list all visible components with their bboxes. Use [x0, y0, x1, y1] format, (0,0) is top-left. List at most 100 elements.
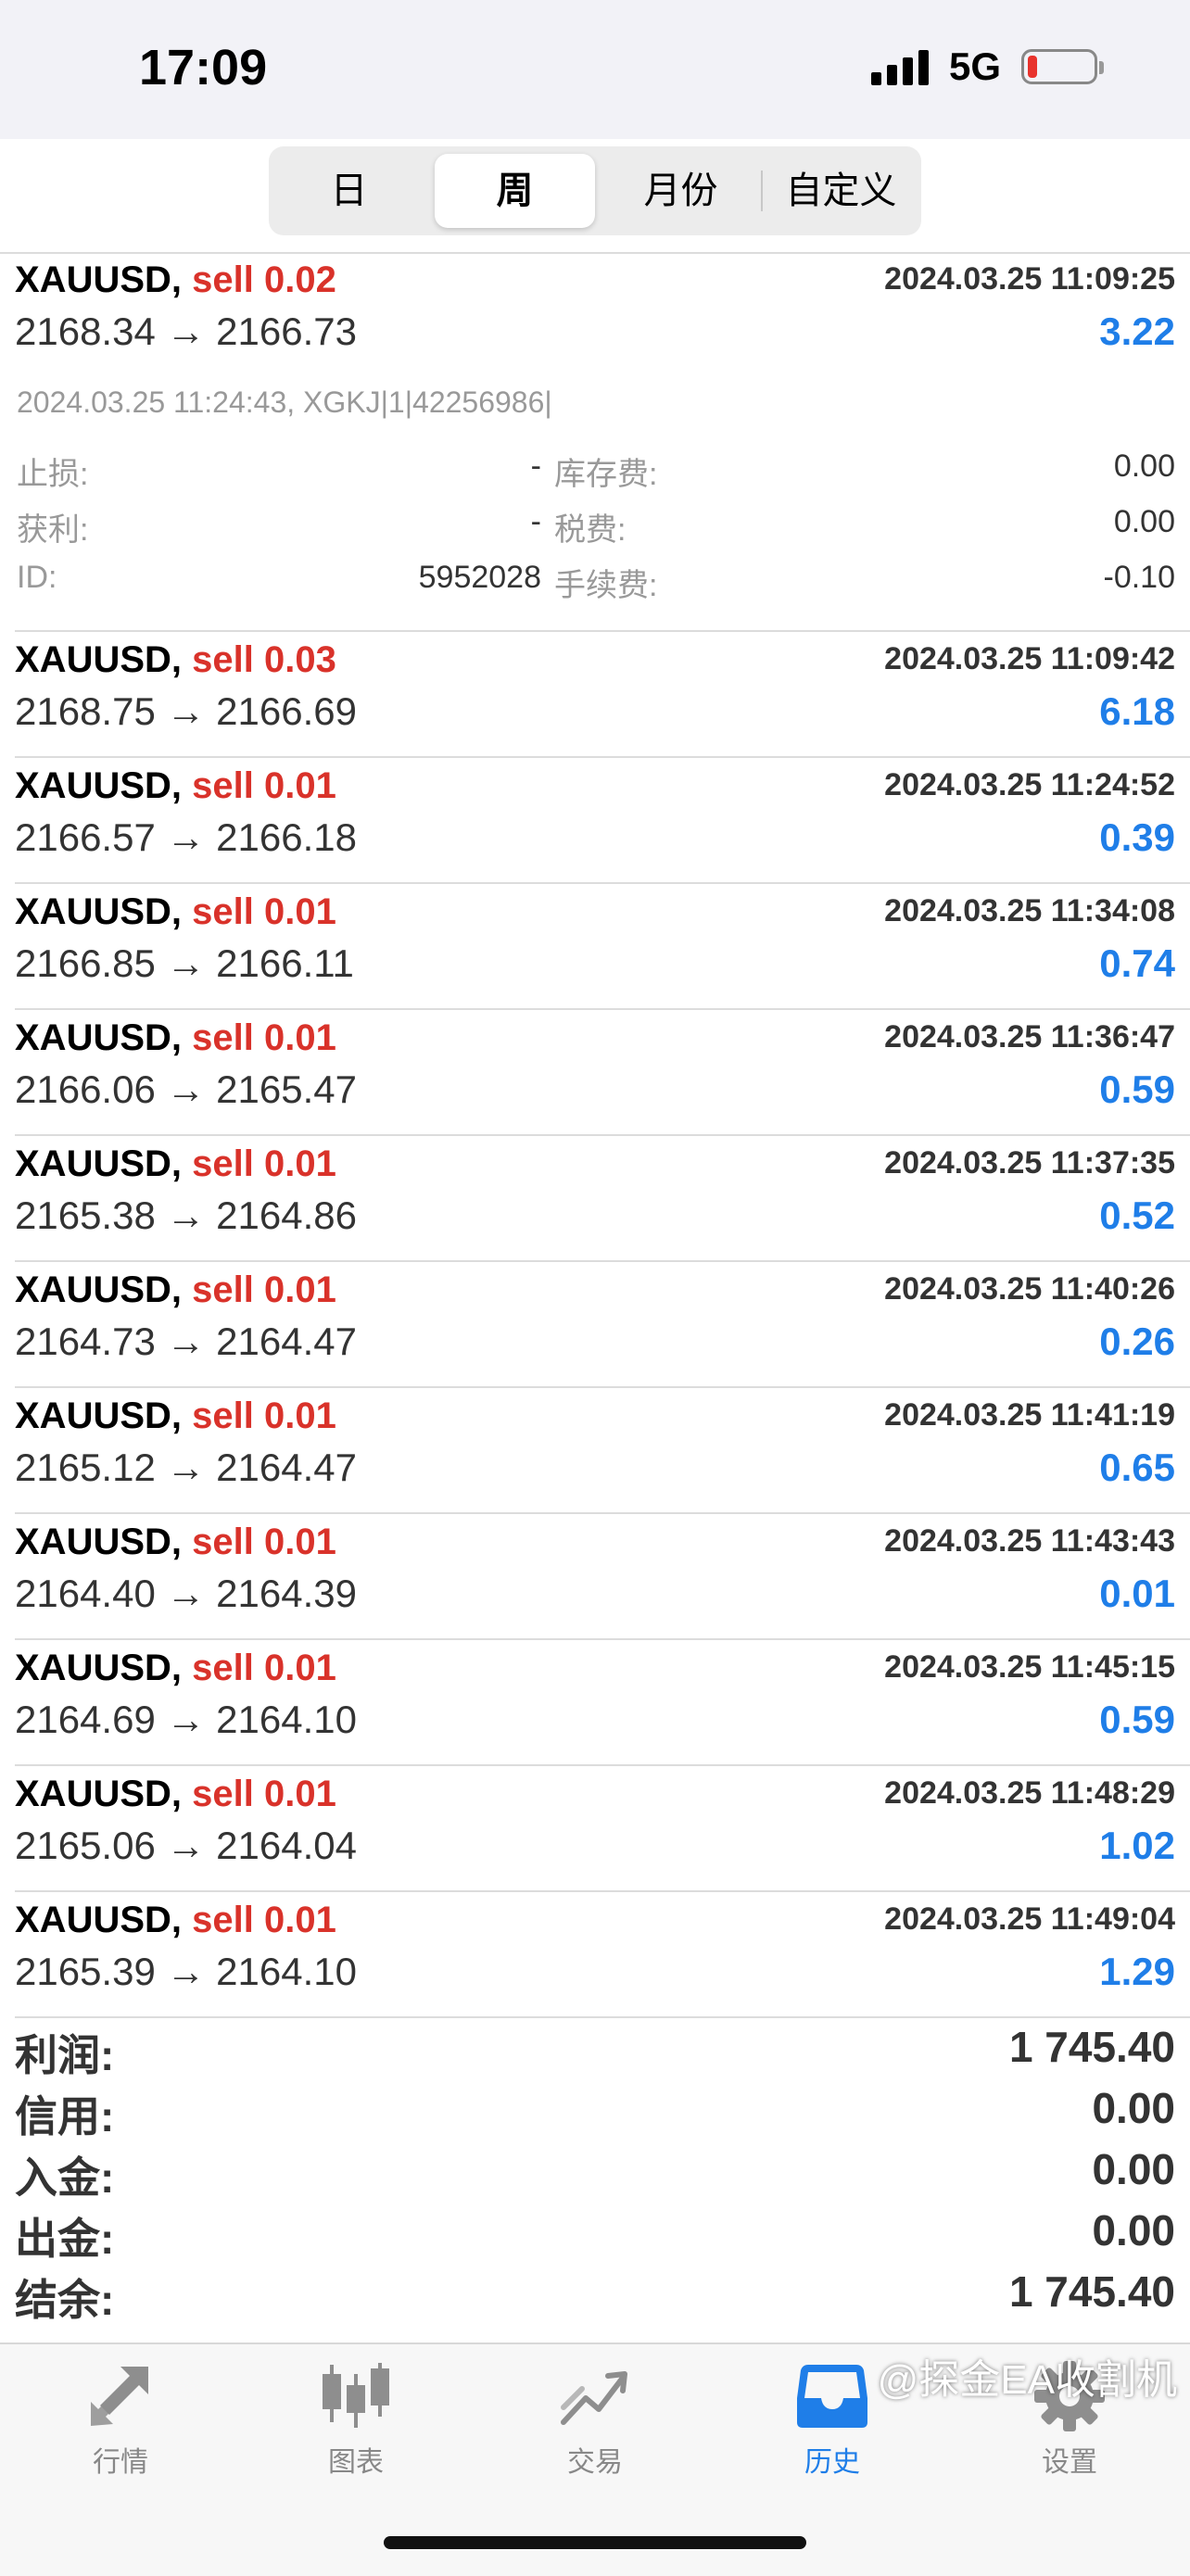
trade-row[interactable]: XAUUSD, sell 0.01 2024.03.25 11:24:52 21…	[15, 758, 1190, 884]
trade-symbol: XAUUSD, sell 0.01	[15, 1522, 336, 1562]
tab-label: 历史	[804, 2447, 860, 2478]
trade-prices: 2168.75 → 2166.69	[15, 689, 357, 733]
summary-withdrawal: 出金: 0.00	[15, 2205, 1175, 2267]
tab-charts[interactable]: 图表	[282, 2361, 430, 2480]
inbox-icon	[797, 2365, 867, 2428]
trade-prices: 2164.69 → 2164.10	[15, 1698, 357, 1741]
trade-datetime: 2024.03.25 11:43:43	[884, 1523, 1175, 1559]
summary-deposit: 入金: 0.00	[15, 2144, 1175, 2205]
trade-row[interactable]: XAUUSD, sell 0.01 2024.03.25 11:48:29 21…	[15, 1766, 1190, 1892]
trade-profit: 0.74	[1099, 941, 1175, 985]
summary-credit: 信用: 0.00	[15, 2083, 1175, 2144]
trade-profit: 0.59	[1099, 1067, 1175, 1111]
trade-symbol: XAUUSD, sell 0.01	[15, 1395, 336, 1436]
candlestick-icon	[323, 2363, 389, 2428]
trade-side: sell 0.01	[192, 1900, 336, 1940]
trade-profit: 0.52	[1099, 1193, 1175, 1237]
trade-datetime: 2024.03.25 11:48:29	[884, 1775, 1175, 1811]
tab-custom[interactable]: 自定义	[761, 154, 921, 228]
trade-profit: 0.26	[1099, 1320, 1175, 1363]
trade-side: sell 0.01	[192, 1143, 336, 1184]
summary-profit: 利润: 1 745.40	[15, 2022, 1175, 2083]
trade-profit: 1.02	[1099, 1824, 1175, 1867]
tab-quotes[interactable]: 行情	[46, 2361, 195, 2480]
trade-side: sell 0.01	[192, 1774, 336, 1814]
trade-symbol: XAUUSD, sell 0.01	[15, 1269, 336, 1310]
trade-row[interactable]: XAUUSD, sell 0.03 2024.03.25 11:09:42 21…	[15, 632, 1190, 758]
trade-datetime: 2024.03.25 11:36:47	[884, 1019, 1175, 1054]
swap-label: 库存费:	[554, 457, 658, 492]
summary-value: 1 745.40	[1008, 2023, 1175, 2071]
network-type: 5G	[948, 44, 1001, 88]
summary-label: 利润:	[15, 2031, 115, 2079]
trade-datetime: 2024.03.25 11:24:52	[884, 767, 1175, 802]
trade-comment: 2024.03.25 11:24:43, XGKJ|1|42256986|	[17, 385, 552, 419]
tab-label: 设置	[1042, 2447, 1097, 2478]
trade-datetime: 2024.03.25 11:34:08	[884, 893, 1175, 928]
take-profit-value: -	[530, 504, 541, 539]
trade-prices: 2166.85 → 2166.11	[15, 941, 354, 985]
stop-loss-value: -	[530, 448, 541, 484]
account-summary: 利润: 1 745.40 信用: 0.00 入金: 0.00 出金: 0.00 …	[15, 2022, 1175, 2328]
trade-profit: 1.29	[1099, 1950, 1175, 1993]
trade-profit: 6.18	[1099, 689, 1175, 733]
tab-label: 交易	[567, 2447, 623, 2478]
stop-loss-label: 止损:	[17, 457, 89, 492]
trade-profit: 0.39	[1099, 815, 1175, 859]
id-value: 5952028	[418, 560, 541, 595]
summary-label: 出金:	[15, 2215, 115, 2263]
trade-datetime: 2024.03.25 11:49:04	[884, 1901, 1175, 1937]
trade-prices: 2165.38 → 2164.86	[15, 1193, 357, 1237]
trade-prices: 2165.06 → 2164.04	[15, 1824, 357, 1867]
trade-datetime: 2024.03.25 11:09:42	[884, 641, 1175, 676]
home-indicator[interactable]	[384, 2536, 806, 2549]
trade-prices: 2164.40 → 2164.39	[15, 1572, 357, 1615]
summary-value: 0.00	[1092, 2145, 1175, 2193]
trade-prices: 2166.06 → 2165.47	[15, 1067, 357, 1111]
trade-profit: 0.01	[1099, 1572, 1175, 1615]
trend-icon	[561, 2371, 627, 2425]
trade-row[interactable]: XAUUSD, sell 0.01 2024.03.25 11:37:35 21…	[15, 1136, 1190, 1262]
trade-row[interactable]: XAUUSD, sell 0.01 2024.03.25 11:43:43 21…	[15, 1514, 1190, 1640]
summary-value: 1 745.40	[1008, 2267, 1175, 2316]
trade-prices: 2164.73 → 2164.47	[15, 1320, 357, 1363]
trade-datetime: 2024.03.25 11:37:35	[884, 1145, 1175, 1181]
trade-row[interactable]: XAUUSD, sell 0.01 2024.03.25 11:45:15 21…	[15, 1640, 1190, 1766]
trade-row[interactable]: XAUUSD, sell 0.01 2024.03.25 11:41:19 21…	[15, 1388, 1190, 1514]
trade-prices: 2165.39 → 2164.10	[15, 1950, 357, 1993]
trade-symbol: XAUUSD, sell 0.01	[15, 1017, 336, 1058]
tab-month[interactable]: 月份	[601, 154, 761, 228]
trade-datetime: 2024.03.25 11:40:26	[884, 1271, 1175, 1307]
tab-day[interactable]: 日	[269, 154, 429, 228]
trade-prices: 2168.34 → 2166.73	[15, 309, 357, 353]
trade-row[interactable]: XAUUSD, sell 0.01 2024.03.25 11:49:04 21…	[15, 1892, 1190, 2018]
commission-value: -0.10	[1103, 560, 1176, 595]
battery-icon	[1021, 49, 1104, 84]
trade-side: sell 0.01	[192, 1017, 336, 1058]
id-label: ID:	[17, 560, 57, 595]
trade-symbol: XAUUSD, sell 0.01	[15, 765, 336, 806]
trade-row[interactable]: XAUUSD, sell 0.01 2024.03.25 11:34:08 21…	[15, 884, 1190, 1010]
tab-label: 图表	[328, 2447, 384, 2478]
status-time: 17:09	[139, 40, 268, 95]
trade-symbol: XAUUSD, sell 0.01	[15, 1900, 336, 1940]
cellular-signal-icon	[870, 48, 929, 85]
period-selector: 日 周 月份 自定义	[269, 146, 921, 235]
trade-history-list: XAUUSD, sell 0.02 2024.03.25 11:09:25 21…	[0, 252, 1190, 2018]
tab-week[interactable]: 周	[435, 154, 595, 228]
trade-row[interactable]: XAUUSD, sell 0.01 2024.03.25 11:40:26 21…	[15, 1262, 1190, 1388]
trade-row[interactable]: XAUUSD, sell 0.01 2024.03.25 11:36:47 21…	[15, 1010, 1190, 1136]
trade-side: sell 0.01	[192, 891, 336, 932]
summary-label: 入金:	[15, 2153, 115, 2202]
trade-row-expanded[interactable]: XAUUSD, sell 0.02 2024.03.25 11:09:25 21…	[15, 252, 1190, 632]
tab-trade[interactable]: 交易	[521, 2361, 669, 2480]
watermark: @探金EA收割机	[877, 2357, 1177, 2403]
summary-label: 信用:	[15, 2092, 115, 2140]
trade-symbol: XAUUSD, sell 0.02	[15, 259, 336, 300]
trade-profit: 3.22	[1099, 309, 1175, 353]
trade-profit: 0.59	[1099, 1698, 1175, 1741]
tax-value: 0.00	[1113, 504, 1175, 539]
trade-symbol: XAUUSD, sell 0.01	[15, 1774, 336, 1814]
trade-datetime: 2024.03.25 11:41:19	[884, 1397, 1175, 1433]
trade-prices: 2165.12 → 2164.47	[15, 1446, 357, 1489]
